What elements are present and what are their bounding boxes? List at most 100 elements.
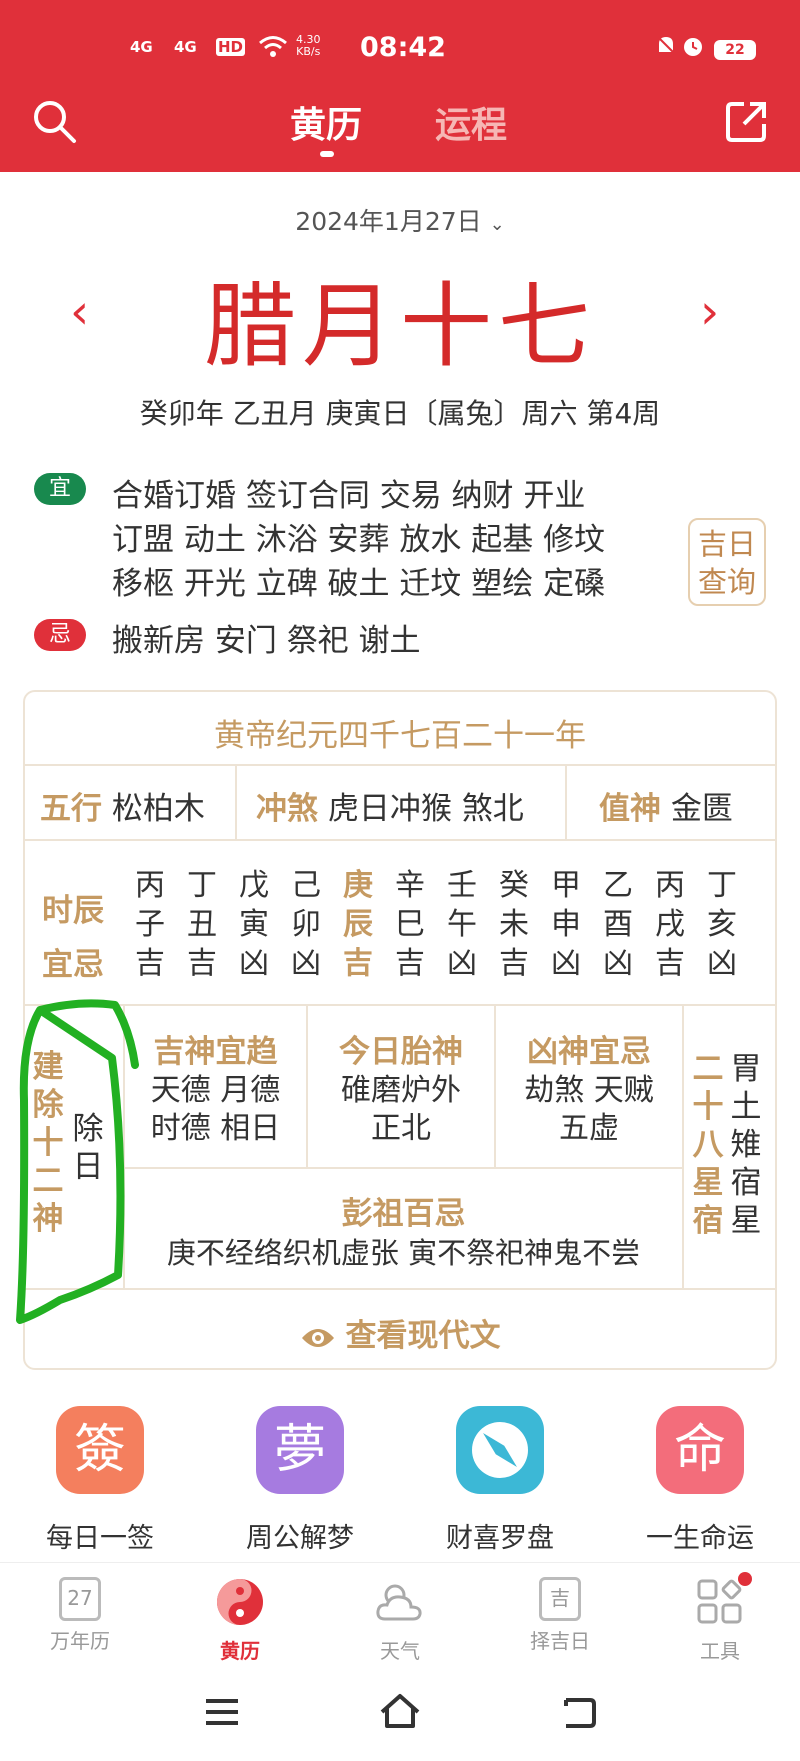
status-bar: 4G 4G HD 4.30 KB/s 08:42 22	[0, 30, 800, 70]
xiongshen-header: 凶神宜忌	[527, 1034, 651, 1070]
yi-line-3: 移柩 开光 立碑 破土 迁坟 塑绘 定磉	[112, 566, 606, 602]
shichen-luck: 吉	[395, 946, 425, 981]
shichen-stem: 甲	[551, 868, 581, 903]
select-day-icon: 吉	[539, 1577, 581, 1621]
jianchu-label: 建除十二神	[32, 1049, 64, 1237]
era-title: 黄帝纪元四千七百二十一年	[214, 718, 586, 754]
shichen-luck: 凶	[707, 946, 737, 981]
menu-icon[interactable]	[202, 1696, 242, 1732]
divider	[24, 1004, 776, 1006]
nav-label: 天气	[380, 1639, 420, 1663]
shichen-column: 丙子吉	[130, 866, 170, 983]
date-selector[interactable]: 2024年1月27日 ⌄	[0, 202, 800, 238]
shichen-column: 丙戌吉	[650, 866, 690, 983]
shichen-luck: 吉	[499, 946, 529, 981]
xiu-value: 胃土雉宿星	[730, 1051, 762, 1239]
shichen-stem: 辛	[395, 868, 425, 903]
daily-sign-label[interactable]: 每日一签	[20, 1516, 180, 1555]
nav-label: 万年历	[50, 1629, 110, 1653]
shichen-branch: 申	[551, 907, 581, 942]
nav-tianqi[interactable]: 天气	[350, 1577, 450, 1664]
zhishen-cell: 值神 金匮	[599, 791, 733, 827]
notification-dot	[738, 1572, 752, 1586]
ji-badge: 忌	[34, 619, 86, 651]
shichen-stem: 乙	[603, 868, 633, 903]
shichen-column: 丁亥凶	[702, 866, 742, 983]
shichen-branch: 午	[447, 907, 477, 942]
divider	[682, 1005, 684, 1288]
nav-wannianli[interactable]: 27 万年历	[30, 1577, 130, 1654]
back-icon[interactable]	[558, 1694, 598, 1734]
life-fortune-icon[interactable]: 命	[656, 1406, 744, 1494]
shichen-stem: 癸	[499, 868, 529, 903]
home-icon[interactable]	[378, 1692, 422, 1734]
nav-label: 工具	[700, 1639, 740, 1663]
shichen-branch: 辰	[343, 907, 373, 942]
share-icon[interactable]	[722, 98, 770, 146]
nav-label: 择吉日	[530, 1629, 590, 1653]
system-nav-bar	[0, 1672, 800, 1761]
calendar-icon: 27	[59, 1577, 101, 1621]
divider	[235, 765, 237, 839]
compass-label[interactable]: 财喜罗盘	[420, 1516, 580, 1555]
shichen-branch: 戌	[655, 907, 685, 942]
shichen-branch: 酉	[603, 907, 633, 942]
shichen-stem: 壬	[447, 868, 477, 903]
daily-sign-icon[interactable]: 簽	[56, 1406, 144, 1494]
tab-huangli[interactable]: 黄历	[290, 96, 362, 148]
signal-4g-2: 4G	[174, 38, 197, 56]
hd-badge: HD	[216, 38, 246, 56]
dream-interpret-icon[interactable]: 夢	[256, 1406, 344, 1494]
divider	[24, 839, 776, 841]
yi-badge: 宜	[34, 473, 86, 505]
shichen-luck: 吉	[655, 946, 685, 981]
shichen-luck: 凶	[603, 946, 633, 981]
battery-indicator: 22	[714, 40, 756, 60]
life-fortune-label[interactable]: 一生命运	[620, 1516, 780, 1555]
search-icon[interactable]	[30, 97, 78, 145]
shichen-luck: 凶	[291, 946, 321, 981]
nav-zejiri[interactable]: 吉 择吉日	[510, 1577, 610, 1654]
yi-line-1: 合婚订婚 签订合同 交易 纳财 开业	[112, 478, 586, 514]
weather-icon	[373, 1584, 427, 1631]
tab-yuncheng[interactable]: 运程	[435, 96, 507, 148]
shichen-branch: 巳	[395, 907, 425, 942]
taishen-header: 今日胎神	[339, 1034, 463, 1070]
shichen-column: 戊寅凶	[234, 866, 274, 983]
next-day-chevron-icon[interactable]: ›	[700, 284, 719, 340]
clock: 08:42	[360, 32, 446, 63]
xiu-label: 二十八星宿	[692, 1051, 724, 1239]
shichen-column: 甲申凶	[546, 866, 586, 983]
tools-icon	[695, 1579, 745, 1631]
dream-interpret-label[interactable]: 周公解梦	[220, 1516, 380, 1555]
shichen-luck: 吉	[343, 946, 373, 981]
compass-icon[interactable]	[456, 1406, 544, 1494]
mute-alarm-icon	[655, 34, 707, 64]
nav-gongju[interactable]: 工具	[670, 1577, 770, 1664]
shichen-column: 癸未吉	[494, 866, 534, 983]
nav-huangli[interactable]: 黄历	[190, 1577, 290, 1664]
wifi-icon	[258, 34, 288, 62]
shichen-column: 丁丑吉	[182, 866, 222, 983]
view-modern-button[interactable]: 查看现代文	[0, 1310, 800, 1358]
jiri-query-button[interactable]: 吉日 查询	[688, 518, 766, 606]
top-bar: 4G 4G HD 4.30 KB/s 08:42 22 黄历 运程	[0, 0, 800, 172]
bottom-nav: 27 万年历 黄历 天气 吉 择吉日 工具	[0, 1562, 800, 1672]
net-speed: 4.30 KB/s	[296, 33, 321, 58]
chongsha-cell: 冲煞 虎日冲猴 煞北	[256, 791, 524, 827]
divider	[565, 765, 567, 839]
shichen-branch: 寅	[239, 907, 269, 942]
signal-4g-1: 4G	[130, 38, 153, 56]
pengzu-header: 彭祖百忌	[341, 1196, 466, 1232]
shichen-stem: 己	[291, 868, 321, 903]
divider	[124, 1167, 682, 1169]
nav-label: 黄历	[220, 1639, 260, 1663]
shichen-stem: 丁	[707, 868, 737, 903]
shichen-header: 时辰 宜忌	[42, 893, 104, 983]
yi-line-2: 订盟 动土 沐浴 安葬 放水 起基 修坟	[112, 522, 606, 558]
shichen-column: 乙酉凶	[598, 866, 638, 983]
shichen-luck: 凶	[447, 946, 477, 981]
lunar-date: 腊月十七	[203, 273, 596, 380]
pengzu-body: 庚不经络织机虚张 寅不祭祀神鬼不尝	[166, 1236, 641, 1270]
shichen-column: 己卯凶	[286, 866, 326, 983]
